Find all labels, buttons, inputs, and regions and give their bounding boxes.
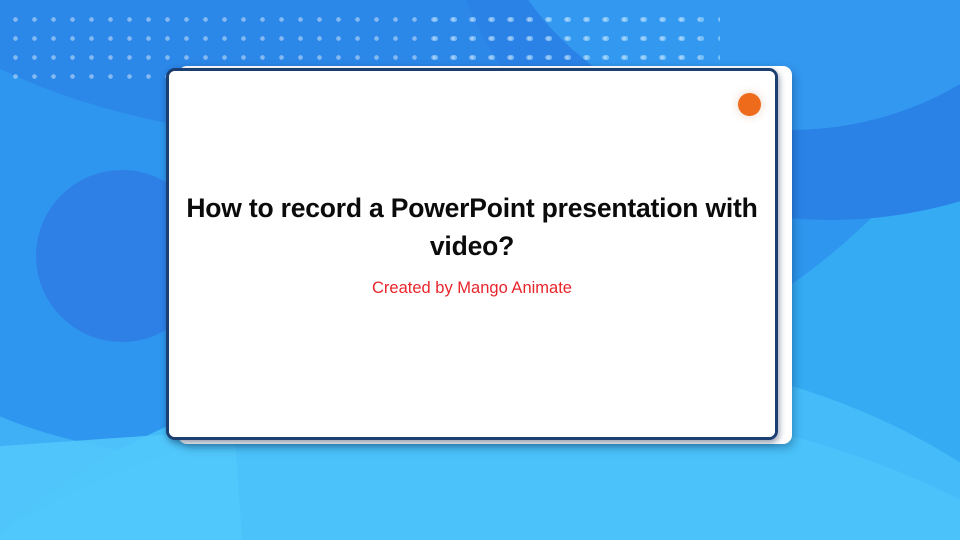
orange-accent-dot-icon <box>738 93 761 116</box>
slide-text-block: How to record a PowerPoint presentation … <box>176 190 768 299</box>
slide-title: How to record a PowerPoint presentation … <box>186 193 758 261</box>
slide-canvas: How to record a PowerPoint presentation … <box>0 0 960 540</box>
slide-subtitle: Created by Mango Animate <box>372 279 572 298</box>
decorative-block-bottom-left <box>0 429 245 540</box>
